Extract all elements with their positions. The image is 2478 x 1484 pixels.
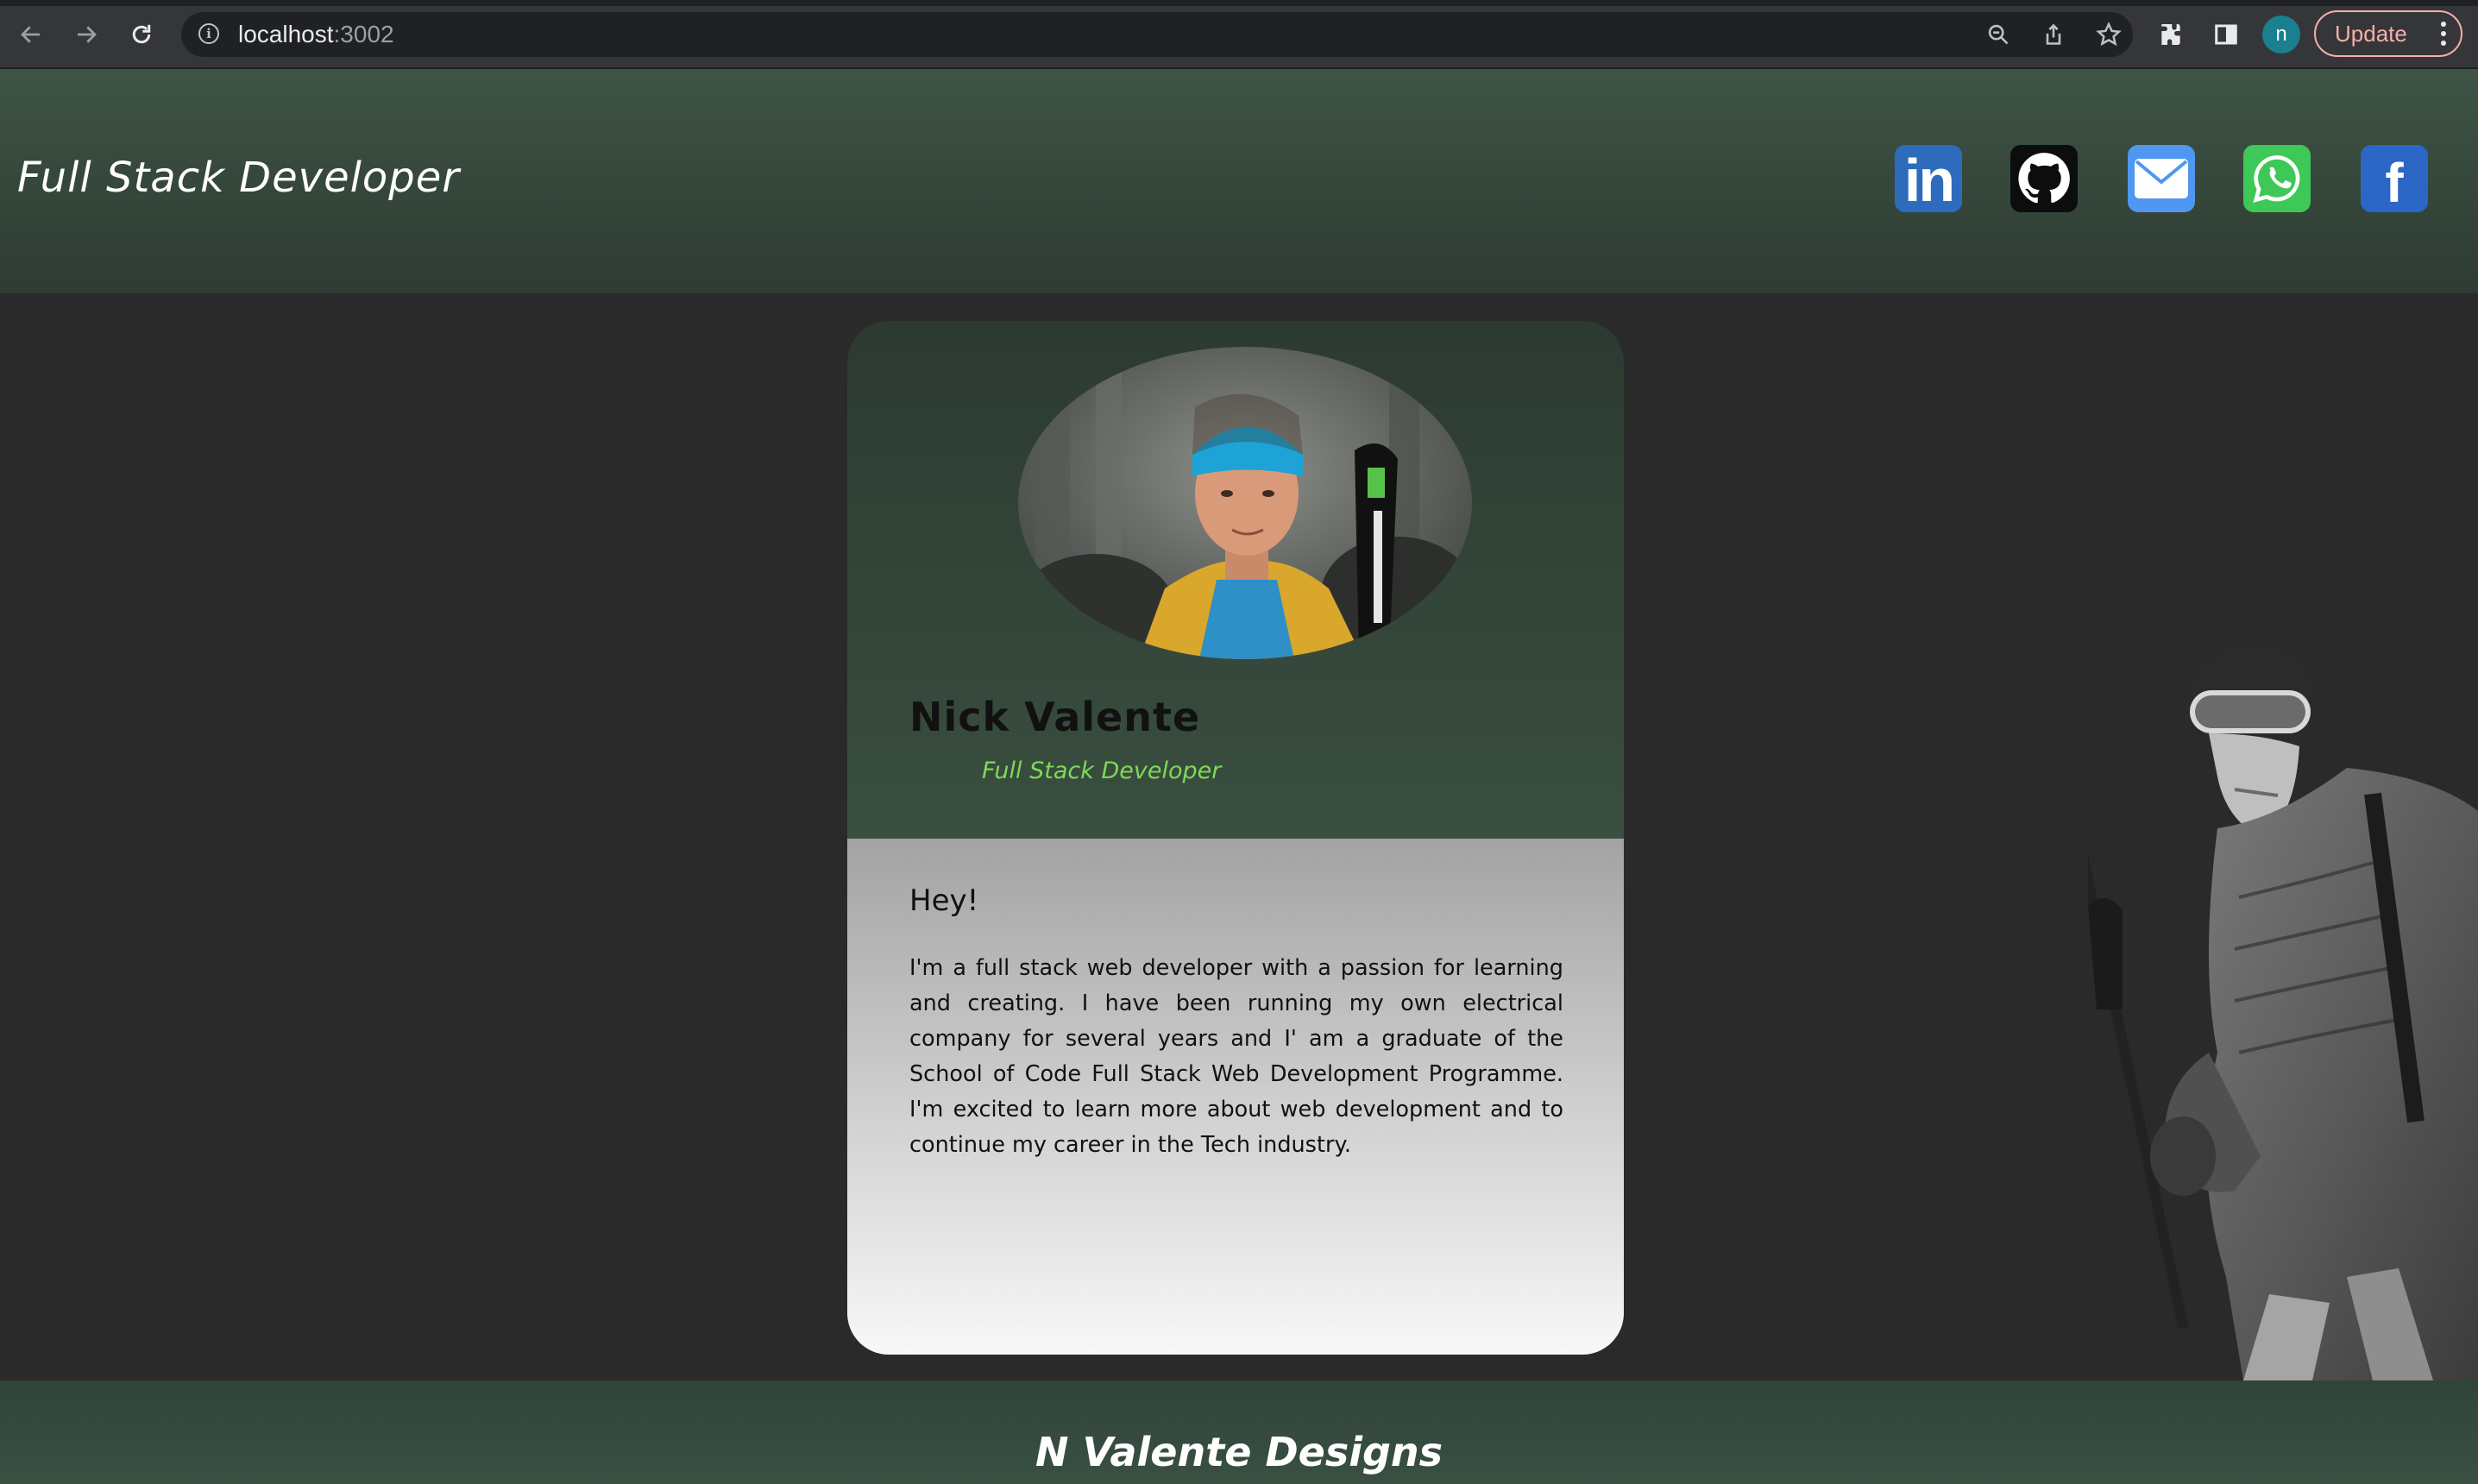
back-button[interactable] [14, 17, 48, 52]
side-panel-icon[interactable] [2209, 17, 2243, 52]
profile-card-header: Nick Valente Full Stack Developer [847, 321, 1624, 839]
github-link[interactable] [2010, 145, 2078, 212]
linkedin-icon: in [1903, 147, 1955, 214]
profile-card-body: Hey! I'm a full stack web developer with… [847, 839, 1624, 1355]
url-host: localhost [238, 21, 334, 47]
facebook-icon: f [2385, 152, 2404, 214]
whatsapp-icon [2253, 155, 2300, 203]
tab-strip [0, 0, 2478, 6]
reload-icon [132, 24, 151, 44]
profile-role: Full Stack Developer [982, 758, 1222, 784]
forward-icon [78, 26, 97, 43]
reload-button[interactable] [124, 17, 159, 52]
menu-dots-icon[interactable] [2440, 21, 2447, 47]
bio-text: I'm a full stack web developer with a pa… [909, 955, 1563, 1158]
site-header: Full Stack Developer in f [0, 69, 2478, 293]
bookmark-star-icon[interactable] [2095, 21, 2123, 48]
forward-button[interactable] [69, 17, 104, 52]
extensions-icon[interactable] [2154, 17, 2188, 52]
site-footer: N Valente Designs [0, 1380, 2478, 1484]
greeting-heading: Hey! [909, 883, 979, 918]
whatsapp-link[interactable] [2243, 145, 2311, 212]
address-bar[interactable]: i localhost:3002 [181, 12, 2133, 57]
mail-icon [2135, 159, 2188, 198]
facebook-link[interactable]: f [2361, 145, 2428, 214]
profile-photo [1018, 347, 1472, 659]
footer-brand: N Valente Designs [1035, 1429, 1443, 1475]
profile-card: Nick Valente Full Stack Developer Hey! I… [847, 321, 1624, 1355]
back-icon [21, 26, 40, 43]
update-label: Update [2335, 20, 2407, 47]
update-button[interactable]: Update [2314, 10, 2462, 57]
site-info-icon[interactable]: i [198, 23, 219, 44]
url-text[interactable]: localhost:3002 [238, 21, 394, 48]
share-icon[interactable] [2040, 21, 2067, 48]
header-title: Full Stack Developer [17, 154, 461, 202]
profile-name: Nick Valente [909, 694, 1201, 740]
skier-image [2078, 604, 2478, 1380]
profile-avatar[interactable]: n [2262, 16, 2300, 53]
linkedin-link[interactable]: in [1895, 145, 1962, 214]
zoom-icon[interactable] [1984, 21, 2012, 48]
url-port: :3002 [333, 21, 394, 47]
github-icon [2018, 153, 2070, 204]
browser-toolbar: i localhost:3002 n Update [0, 0, 2478, 69]
email-link[interactable] [2128, 145, 2195, 212]
